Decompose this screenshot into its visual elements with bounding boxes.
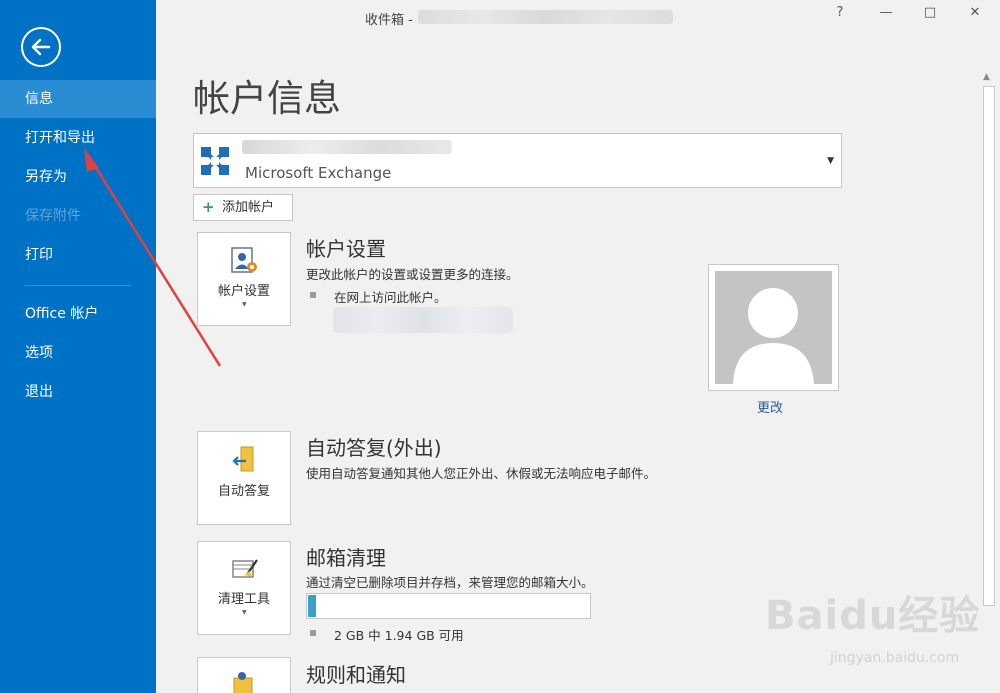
account-settings-tile-label: 帐户设置	[217, 284, 270, 299]
account-settings-icon	[231, 247, 257, 273]
quota-text: 2 GB 中 1.94 GB 可用	[334, 628, 464, 643]
help-button[interactable]: ?	[829, 5, 851, 20]
auto-reply-tile-label: 自动答复	[217, 484, 270, 499]
account-type: Microsoft Exchange	[245, 164, 392, 182]
nav-item-exit[interactable]: 退出	[0, 373, 156, 411]
cleanup-tools-tile[interactable]: 清理工具 ▼	[197, 541, 291, 635]
auto-reply-icon	[232, 446, 254, 472]
blurred-web-link[interactable]	[333, 307, 513, 333]
watermark-logo: Baidu经验	[765, 593, 981, 639]
account-settings-tile[interactable]: 帐户设置 ▼	[197, 232, 291, 326]
mailbox-cleanup-title: 邮箱清理	[306, 546, 386, 570]
auto-reply-title: 自动答复(外出)	[306, 436, 442, 460]
nav-item-info[interactable]: 信息	[0, 80, 156, 118]
scroll-up-icon[interactable]: ▲	[983, 72, 990, 82]
bullet-icon	[310, 292, 316, 298]
nav-item-open-export[interactable]: 打开和导出	[0, 119, 156, 157]
exchange-icon	[201, 147, 229, 175]
blurred-account-name	[418, 10, 673, 24]
arrow-left-icon	[31, 38, 51, 56]
mailbox-quota-bar	[306, 593, 591, 619]
add-account-button[interactable]: + 添加帐户	[193, 194, 293, 221]
auto-reply-tile[interactable]: 自动答复	[197, 431, 291, 525]
nav-item-options[interactable]: 选项	[0, 334, 156, 372]
minimize-button[interactable]: —	[875, 5, 897, 20]
quota-fill	[308, 595, 316, 617]
chevron-down-icon: ▼	[242, 301, 247, 308]
web-access-text: 在网上访问此帐户。	[334, 290, 447, 305]
rules-tile[interactable]	[197, 657, 291, 693]
account-dropdown[interactable]: Microsoft Exchange ▼	[193, 133, 842, 188]
close-button[interactable]: ✕	[964, 5, 986, 20]
plus-icon: +	[202, 198, 215, 216]
watermark-url: jingyan.baidu.com	[830, 650, 960, 666]
nav-item-save-attachments: 保存附件	[25, 208, 81, 224]
mailbox-cleanup-description: 通过清空已删除项目并存档，来管理您的邮箱大小。	[306, 575, 594, 590]
account-settings-description: 更改此帐户的设置或设置更多的连接。	[306, 267, 519, 282]
nav-divider	[25, 285, 131, 286]
nav-item-office-account[interactable]: Office 帐户	[0, 295, 156, 333]
chevron-down-icon[interactable]: ▼	[827, 156, 834, 166]
person-icon	[733, 288, 814, 384]
vertical-scrollbar[interactable]: ▲	[980, 70, 998, 693]
backstage-sidebar: 信息 打开和导出 另存为 保存附件 打印 Office 帐户 选项 退出	[0, 0, 156, 693]
account-settings-title: 帐户设置	[306, 237, 386, 261]
back-button[interactable]	[21, 27, 61, 67]
title-bar: 收件箱 - ? — □ ✕	[156, 0, 1000, 32]
rules-title: 规则和通知	[306, 663, 406, 687]
window-title: 收件箱 -	[365, 13, 413, 28]
nav-item-print[interactable]: 打印	[0, 236, 156, 274]
auto-reply-description: 使用自动答复通知其他人您正外出、休假或无法响应电子邮件。	[306, 466, 657, 481]
profile-picture	[708, 264, 839, 391]
maximize-button[interactable]: □	[919, 5, 941, 20]
nav-item-save-as[interactable]: 另存为	[0, 158, 156, 196]
cleanup-tools-icon	[232, 559, 258, 578]
change-photo-link[interactable]: 更改	[757, 397, 783, 416]
rules-icon	[233, 672, 253, 693]
add-account-label: 添加帐户	[222, 200, 275, 215]
chevron-down-icon: ▼	[242, 609, 247, 616]
blurred-email	[242, 140, 452, 154]
page-title: 帐户信息	[193, 77, 341, 120]
bullet-icon	[310, 630, 316, 636]
cleanup-tools-tile-label: 清理工具	[217, 592, 270, 607]
scroll-thumb[interactable]	[983, 86, 995, 606]
